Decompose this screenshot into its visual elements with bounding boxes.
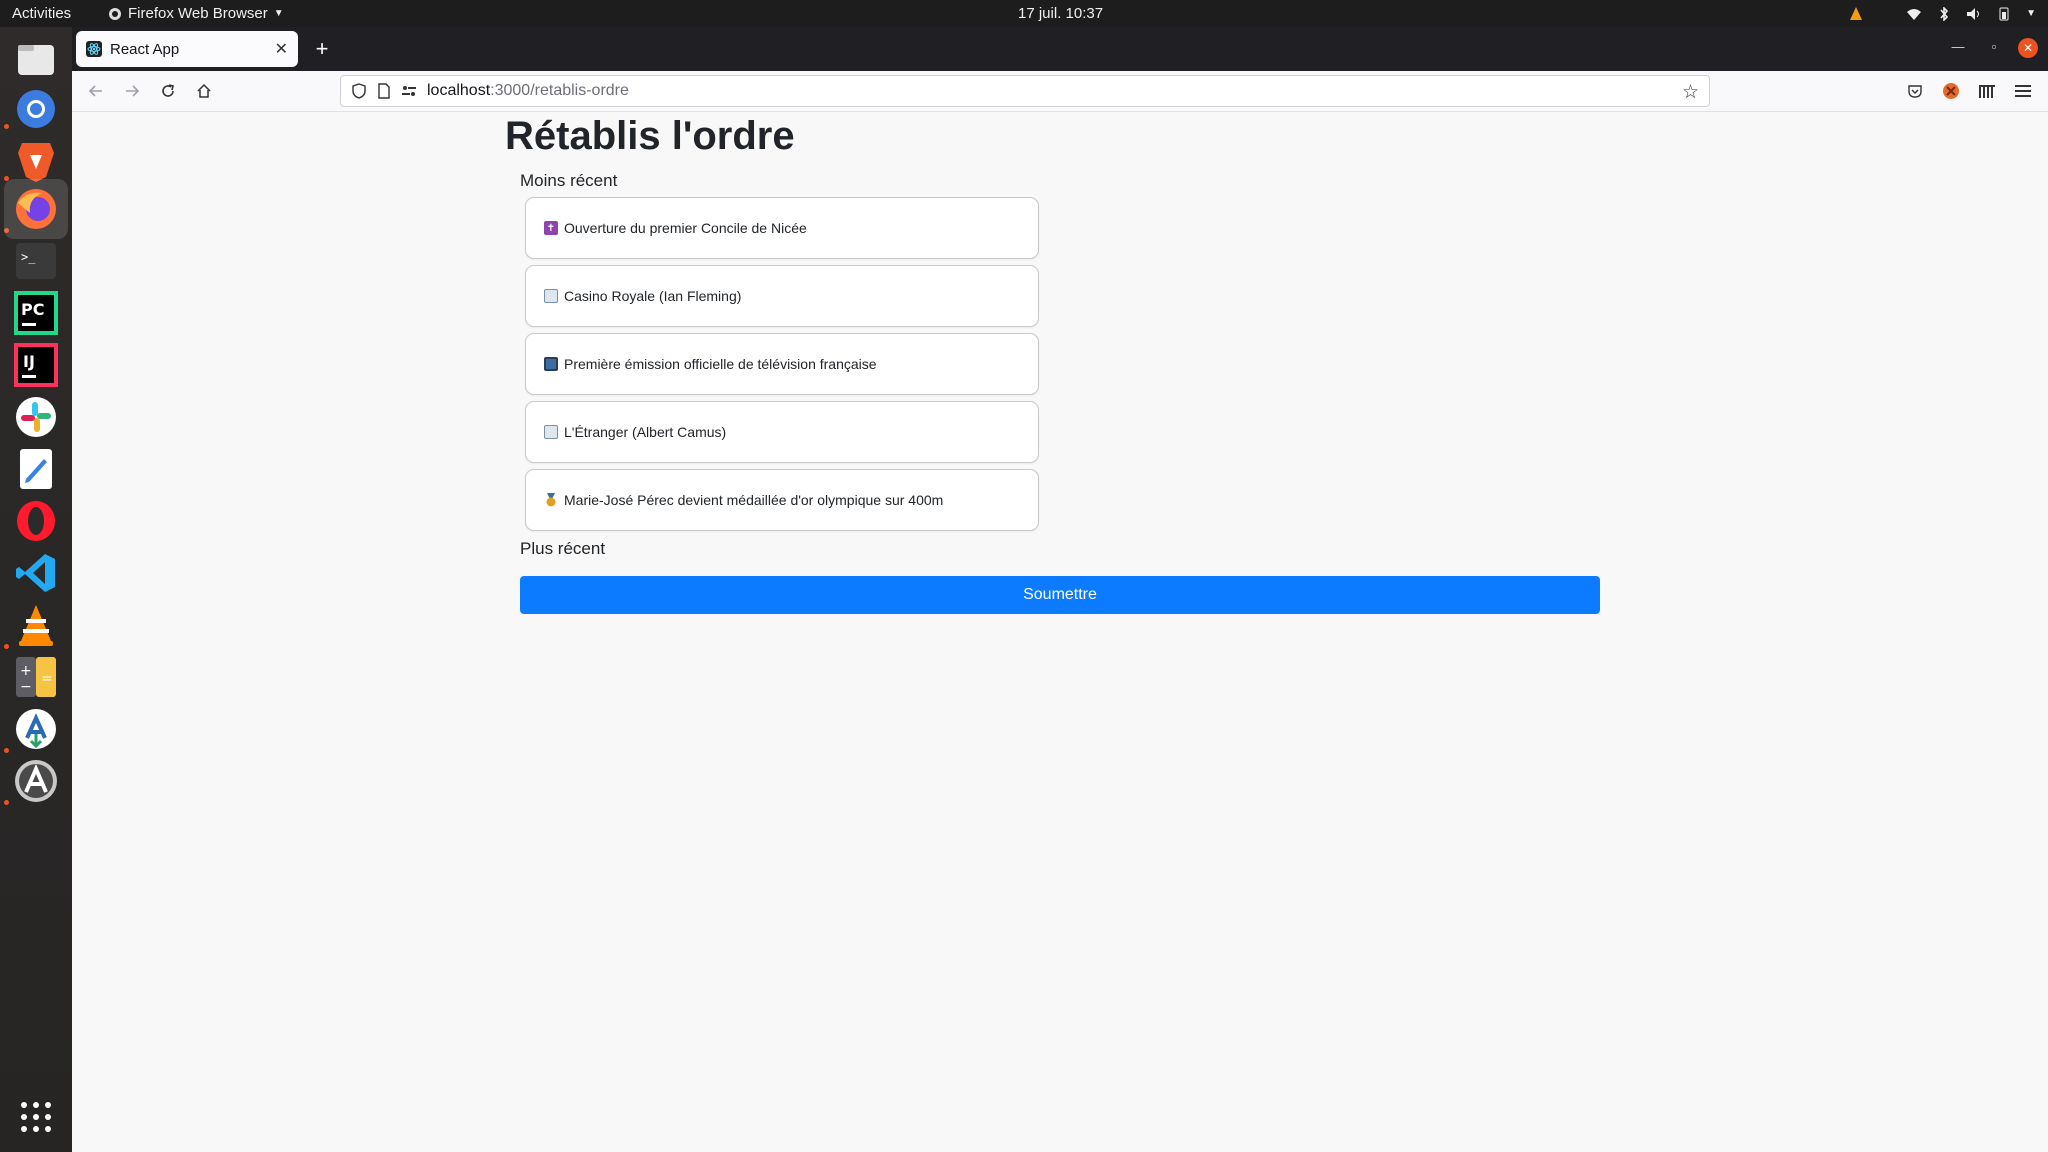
bookmark-star-icon[interactable]: ☆ [1682,81,1699,104]
newest-label: Plus récent [520,539,606,558]
event-card[interactable]: Casino Royale (Ian Fleming) [525,265,1039,327]
activities-button[interactable]: Activities [12,5,71,22]
pycharm-app-icon[interactable]: PC [12,289,60,337]
book-icon [544,425,558,439]
navigation-toolbar: localhost:3000/retablis-ordre ☆ [72,71,2048,112]
oldest-label: Moins récent [520,171,618,190]
vlc-tray-icon[interactable] [1848,6,1864,21]
chromium-app-icon[interactable] [12,85,60,133]
firefox-small-icon [109,7,121,20]
svg-text:−: − [20,679,32,695]
forward-button[interactable] [120,79,144,103]
chevron-down-icon: ▼ [2026,8,2036,19]
permissions-icon[interactable] [401,84,417,98]
event-label: L'Étranger (Albert Camus) [564,424,727,440]
maximize-window-icon[interactable]: ▫ [1984,39,2004,54]
software-center-app-icon[interactable] [12,757,60,805]
close-tab-icon[interactable]: ✕ [275,39,288,59]
dock: >_ PC IJ + − = [0,27,72,1152]
new-tab-button[interactable]: + [308,35,336,63]
hamburger-menu-icon[interactable] [2012,80,2034,102]
event-card[interactable]: L'Étranger (Albert Camus) [525,401,1039,463]
minimize-window-icon[interactable]: — [1948,39,1968,54]
medal-icon [544,493,558,507]
television-icon [544,357,558,371]
event-card[interactable]: Première émission officielle de télévisi… [525,333,1039,395]
intellij-app-icon[interactable]: IJ [12,341,60,389]
wifi-icon [1907,8,1922,20]
submit-button[interactable]: Soumettre [520,576,1600,614]
shield-icon[interactable] [351,83,367,99]
event-label: Marie-José Pérec devient médaillée d'or … [564,492,944,508]
vlc-app-icon[interactable] [12,601,60,649]
svg-text:PC: PC [21,300,44,319]
close-window-icon[interactable]: ✕ [2018,38,2038,58]
vscode-app-icon[interactable] [12,549,60,597]
back-button[interactable] [84,79,108,103]
arrow-left-icon [88,85,102,97]
page-content: Rétablis l'ordre Moins récent ✝ Ouvertur… [72,112,2048,1152]
clock[interactable]: 17 juil. 10:37 [1018,5,1103,22]
files-app-icon[interactable] [12,35,60,83]
event-card[interactable]: ✝ Ouverture du premier Concile de Nicée [525,197,1039,259]
system-tray[interactable]: ▼ [1848,3,2036,24]
event-label: Ouverture du premier Concile de Nicée [564,220,807,236]
slack-app-icon[interactable] [12,393,60,441]
brave-app-icon[interactable] [12,137,60,185]
library-icon[interactable] [1976,80,1998,102]
software-updater-app-icon[interactable] [12,705,60,753]
svg-text:>_: >_ [21,250,36,264]
latin-cross-icon: ✝ [544,221,558,235]
tab-strip: React App ✕ + — ▫ ✕ [72,27,2048,71]
svg-text:IJ: IJ [23,352,35,371]
event-label: Casino Royale (Ian Fleming) [564,288,742,304]
firefox-app-icon[interactable] [4,179,68,239]
terminal-app-icon[interactable]: >_ [12,237,60,285]
svg-text:=: = [41,671,53,687]
event-card[interactable]: Marie-José Pérec devient médaillée d'or … [525,469,1039,531]
arrow-right-icon [126,85,140,97]
volume-icon [1967,7,1980,20]
home-icon [197,83,211,98]
battery-icon [1999,7,2009,20]
book-icon [544,289,558,303]
page-info-icon[interactable] [377,83,391,99]
extension-icon[interactable] [1940,80,1962,102]
url-path: :3000/retablis-ordre [490,82,629,99]
svg-text:+: + [20,663,32,679]
app-menu-label: Firefox Web Browser [128,5,268,22]
tab-react-app[interactable]: React App ✕ [76,31,298,67]
bluetooth-icon [1940,6,1949,21]
reload-button[interactable] [156,79,180,103]
app-menu[interactable]: Firefox Web Browser ▼ [108,5,284,22]
opera-app-icon[interactable] [12,497,60,545]
react-favicon-icon [86,41,102,57]
url-host: localhost [427,82,491,99]
pocket-icon[interactable] [1904,80,1926,102]
event-label: Première émission officielle de télévisi… [564,356,877,372]
home-button[interactable] [192,79,216,103]
page-title: Rétablis l'ordre [505,114,795,158]
text-editor-app-icon[interactable] [12,445,60,493]
reload-icon [162,84,174,97]
chevron-down-icon: ▼ [273,8,284,19]
calculator-app-icon[interactable]: + − = [12,653,60,701]
tab-title: React App [110,40,180,58]
show-apps-grid-icon[interactable] [12,1093,60,1141]
url-bar[interactable]: localhost:3000/retablis-ordre ☆ [340,75,1710,107]
system-top-bar: Activities Firefox Web Browser ▼ 17 juil… [0,0,2048,27]
